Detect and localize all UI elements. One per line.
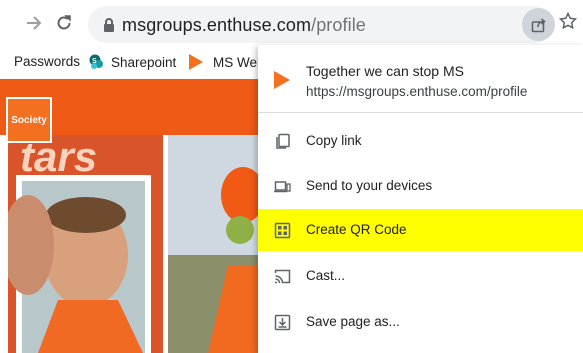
event-photo-right (168, 135, 260, 353)
copy-link-label: Copy link (306, 133, 362, 148)
send-to-devices-label: Send to your devices (306, 178, 433, 193)
share-menu-header: Together we can stop MS https://msgroups… (258, 45, 583, 111)
cast-icon (274, 268, 291, 285)
devices-icon (274, 178, 291, 195)
share-icon[interactable] (522, 8, 555, 41)
bookmark-passwords[interactable]: Passwords (14, 54, 80, 69)
page-title: Together we can stop MS (306, 63, 464, 79)
svg-text:S: S (92, 58, 97, 65)
bookmark-star-icon[interactable] (558, 11, 578, 35)
save-page-as-item[interactable]: Save page as... (258, 301, 583, 343)
bookmark-sharepoint[interactable]: S Sharepoint (88, 54, 176, 70)
bookmark-ms-web[interactable]: MS Web (189, 54, 265, 70)
bookmark-label: Sharepoint (111, 54, 177, 70)
create-qr-code-item[interactable]: Create QR Code (258, 209, 583, 251)
copy-icon (274, 133, 291, 150)
cast-item[interactable]: Cast... (258, 255, 583, 297)
page-url: https://msgroups.enthuse.com/profile (306, 84, 528, 99)
bookmark-label: Passwords (14, 54, 81, 69)
bookmark-label: MS Web (213, 54, 265, 70)
sharepoint-icon: S (88, 54, 104, 70)
share-menu: Together we can stop MS https://msgroups… (258, 45, 583, 353)
ms-society-logo[interactable]: Society (6, 97, 52, 143)
site-favicon-icon (274, 71, 290, 89)
address-bar[interactable]: msgroups.enthuse.com/profile (88, 6, 555, 43)
save-page-as-label: Save page as... (306, 314, 400, 329)
create-qr-code-label: Create QR Code (306, 222, 407, 237)
cast-label: Cast... (306, 268, 346, 283)
play-icon (189, 54, 203, 70)
save-icon (274, 314, 291, 331)
copy-link-item[interactable]: Copy link (258, 120, 583, 162)
event-photo-left: tars (8, 135, 163, 353)
reload-icon[interactable] (50, 9, 78, 37)
forward-icon[interactable] (20, 9, 48, 37)
qr-code-icon (274, 222, 291, 239)
browser-toolbar: msgroups.enthuse.com/profile (0, 0, 583, 46)
send-to-devices-item[interactable]: Send to your devices (258, 165, 583, 207)
url-text[interactable]: msgroups.enthuse.com/profile (122, 15, 366, 36)
lock-icon (102, 17, 116, 33)
menu-divider (258, 112, 583, 113)
